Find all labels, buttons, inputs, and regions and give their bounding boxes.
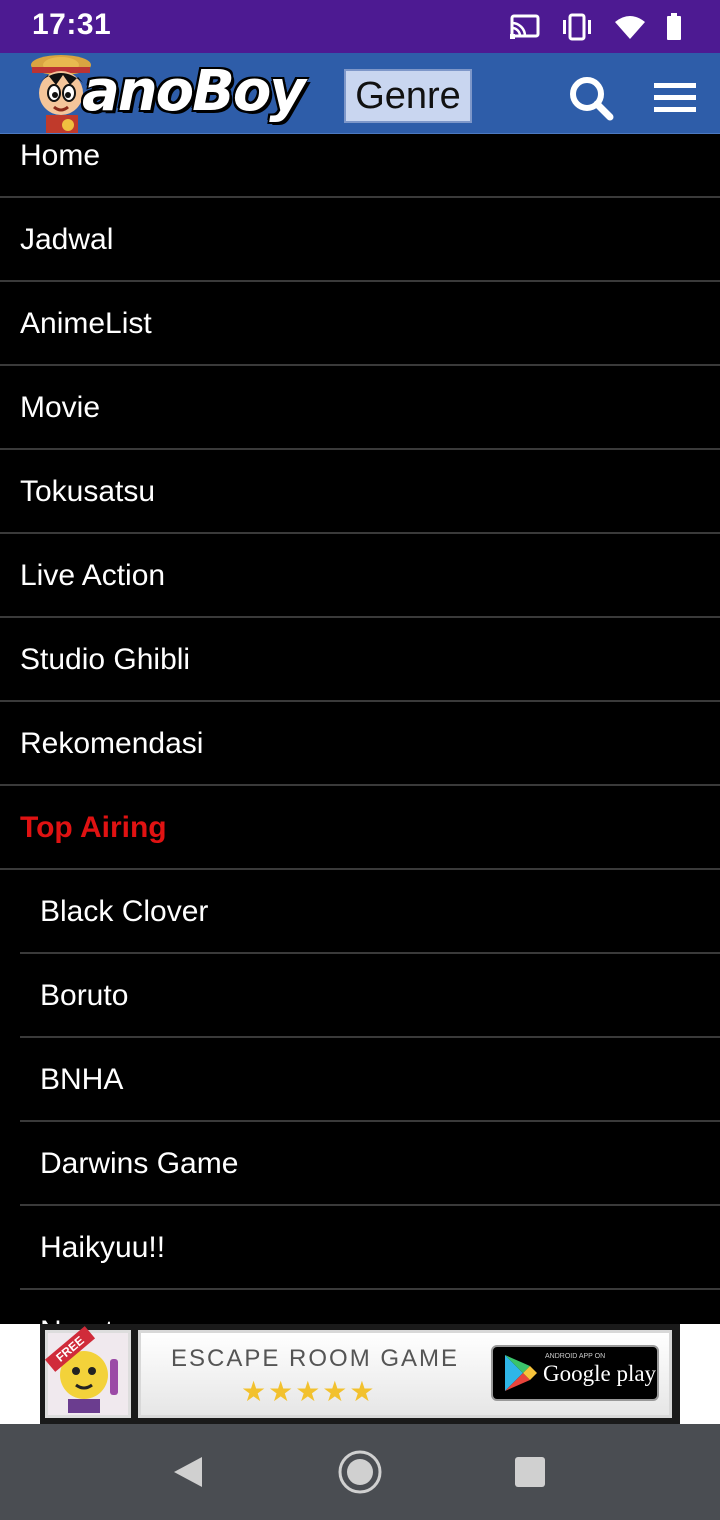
back-icon[interactable] bbox=[172, 1455, 204, 1489]
menu-item-studio-ghibli[interactable]: Studio Ghibli bbox=[0, 618, 720, 702]
ad-rating-stars: ★★★★★ bbox=[241, 1376, 377, 1407]
wifi-icon bbox=[615, 16, 645, 39]
menu-item-movie[interactable]: Movie bbox=[0, 366, 720, 450]
menu-item-label: Haikyuu!! bbox=[40, 1231, 166, 1264]
menu-item-label: Live Action bbox=[20, 559, 166, 592]
play-store-label: Google play bbox=[543, 1361, 657, 1386]
screen: 17:31 anoBoy Genre Home Jadwal AnimeList… bbox=[0, 0, 720, 1520]
menu-item-label: Top Airing bbox=[20, 811, 167, 844]
menu-item-tokusatsu[interactable]: Tokusatsu bbox=[0, 450, 720, 534]
menu-item-label: Jadwal bbox=[20, 223, 114, 256]
status-bar: 17:31 bbox=[0, 0, 720, 53]
menu-item-label: Naruto bbox=[40, 1315, 130, 1324]
ad-game-thumbnail[interactable]: FREE bbox=[44, 1326, 131, 1418]
menu-item-label: Black Clover bbox=[40, 895, 209, 928]
menu-item-bnha[interactable]: BNHA bbox=[0, 1038, 720, 1122]
status-icons bbox=[510, 10, 682, 44]
ad-title: ESCAPE ROOM GAME bbox=[171, 1345, 460, 1372]
home-icon[interactable] bbox=[337, 1449, 383, 1495]
genre-button[interactable]: Genre bbox=[344, 69, 472, 123]
ad-panel[interactable]: ESCAPE ROOM GAME ★★★★★ ANDROID APP ON Go… bbox=[138, 1330, 672, 1418]
menu-item-label: Studio Ghibli bbox=[20, 643, 191, 676]
cast-icon bbox=[510, 14, 540, 39]
ad-banner[interactable]: FREE ESCAPE ROOM GAME ★★★★★ ANDROID APP … bbox=[0, 1324, 720, 1424]
menu-item-darwins-game[interactable]: Darwins Game bbox=[0, 1122, 720, 1206]
logo-text: anoBoy bbox=[82, 59, 306, 124]
menu-item-label: Darwins Game bbox=[40, 1147, 239, 1180]
menu-item-naruto[interactable]: Naruto bbox=[0, 1290, 720, 1324]
site-logo[interactable]: anoBoy bbox=[28, 53, 306, 133]
menu-item-boruto[interactable]: Boruto bbox=[0, 954, 720, 1038]
menu-icon[interactable] bbox=[654, 83, 696, 113]
nav-menu-list: Home Jadwal AnimeList Movie Tokusatsu Live Ac… bbox=[0, 134, 720, 1324]
menu-item-black-clover[interactable]: Black Clover bbox=[0, 870, 720, 954]
menu-item-rekomendasi[interactable]: Rekomendasi bbox=[0, 702, 720, 786]
system-nav-bar bbox=[0, 1424, 720, 1520]
menu-item-label: Rekomendasi bbox=[20, 727, 204, 760]
menu-item-jadwal[interactable]: Jadwal bbox=[0, 198, 720, 282]
status-time: 17:31 bbox=[32, 8, 112, 41]
menu-item-animelist[interactable]: AnimeList bbox=[0, 282, 720, 366]
menu-item-label: Boruto bbox=[40, 979, 129, 1012]
menu-item-top-airing[interactable]: Top Airing bbox=[0, 786, 720, 870]
google-play-button[interactable]: ANDROID APP ON Google play bbox=[491, 1345, 659, 1401]
menu-item-label: BNHA bbox=[40, 1063, 124, 1096]
battery-icon bbox=[667, 13, 681, 40]
play-store-icon bbox=[505, 1355, 537, 1391]
menu-item-label: Home bbox=[20, 139, 101, 172]
menu-item-label: Movie bbox=[20, 391, 101, 424]
recents-icon[interactable] bbox=[514, 1456, 546, 1488]
menu-item-home[interactable]: Home bbox=[0, 134, 720, 198]
play-store-caption: ANDROID APP ON bbox=[545, 1353, 606, 1360]
vibrate-icon bbox=[563, 13, 591, 41]
ad-content[interactable]: FREE ESCAPE ROOM GAME ★★★★★ ANDROID APP … bbox=[40, 1324, 680, 1424]
menu-item-label: Tokusatsu bbox=[20, 475, 156, 508]
menu-item-label: AnimeList bbox=[20, 307, 152, 340]
app-header: anoBoy Genre bbox=[0, 53, 720, 135]
menu-item-haikyuu[interactable]: Haikyuu!! bbox=[0, 1206, 720, 1290]
menu-item-live-action[interactable]: Live Action bbox=[0, 534, 720, 618]
search-icon[interactable] bbox=[568, 75, 614, 121]
